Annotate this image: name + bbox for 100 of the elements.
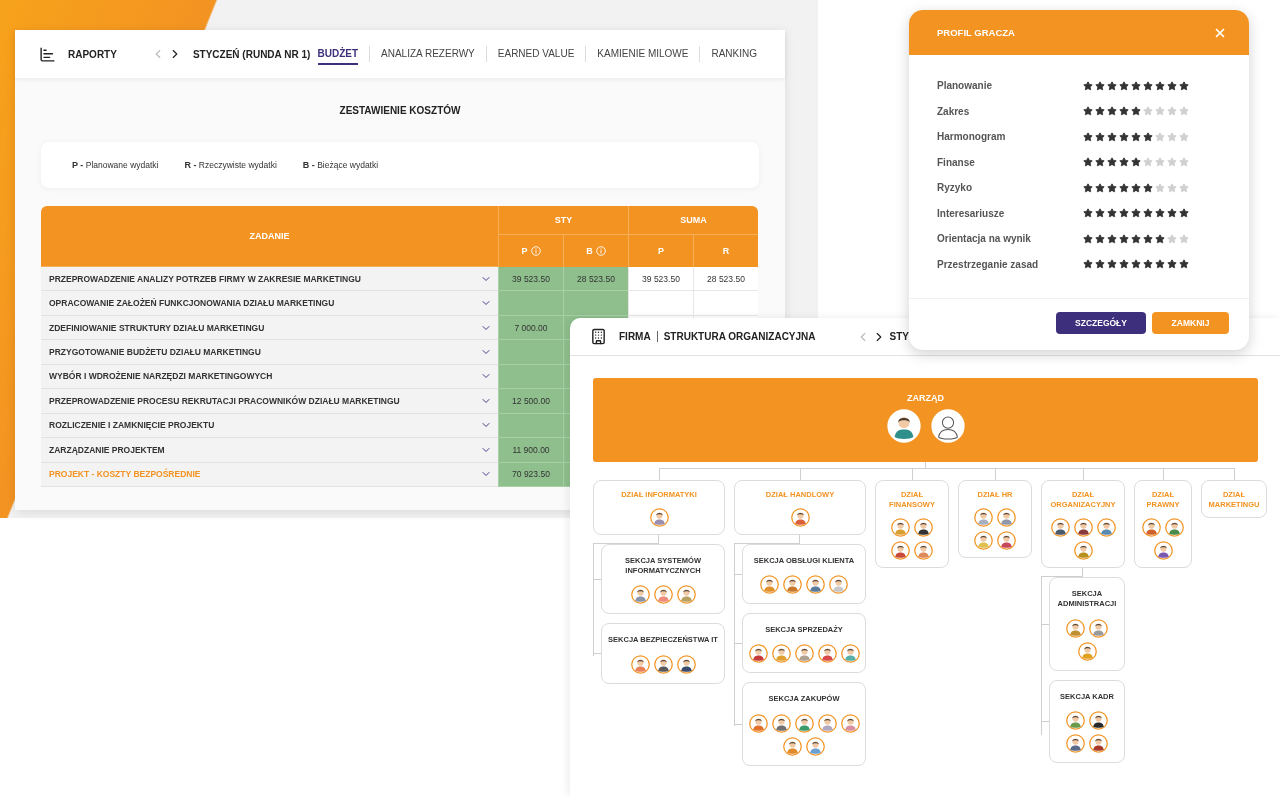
column-header: ZADANIE [41, 206, 498, 267]
skill-label: Zakres [937, 105, 971, 117]
star-icon [1083, 208, 1093, 219]
star-icon [1119, 131, 1129, 142]
star-icon [1107, 233, 1117, 244]
page-title: STRUKTURA ORGANIZACYJNA [663, 331, 816, 342]
task-cell: PRZEPROWADZENIE PROCESU REKRUTACJI PRACOWNIKÓW DZIAŁU MARKETINGU [41, 389, 498, 414]
star-icon [1095, 233, 1105, 244]
period-label: STYCZEŃ (RUNDA NR 1) [192, 48, 311, 60]
avatar-icon [653, 654, 673, 674]
column-header: P [498, 235, 563, 267]
star-icon [1083, 233, 1093, 244]
details-button[interactable]: SZCZEGÓŁY [1056, 311, 1146, 334]
star-icon [1143, 182, 1153, 193]
avatar-icon [817, 713, 837, 733]
value-cell: 28 523.50 [693, 267, 758, 292]
tab[interactable]: RANKING [711, 43, 757, 65]
star-icon [1167, 80, 1177, 91]
star-icon [1095, 106, 1105, 117]
avatar-icon [790, 508, 810, 528]
avatar-icon [914, 518, 933, 538]
star-icon [1131, 233, 1141, 244]
star-icon [1119, 259, 1129, 270]
star-icon [1083, 259, 1093, 270]
task-cell: ZDEFINIOWANIE STRUKTURY DZIAŁU MARKETINGU [41, 315, 498, 341]
avatar-icon [1096, 518, 1116, 538]
avatar-icon [974, 508, 993, 528]
star-icon [1143, 157, 1153, 168]
star-icon [1155, 233, 1165, 244]
avatar-icon [676, 585, 696, 605]
skill-label: Finanse [937, 156, 976, 168]
value-cell: 28 523.50 [563, 267, 628, 292]
star-icon [1083, 182, 1093, 193]
avatar-icon [1073, 518, 1093, 538]
star-icon [1155, 131, 1165, 142]
star-icon [1143, 131, 1153, 142]
avatar-icon [840, 644, 860, 664]
task-cell: PRZYGOTOWANIE BUDŻETU DZIAŁU MARKETINGU [41, 340, 498, 365]
skill-label: Interesariusze [937, 207, 1006, 219]
star-icon [1095, 157, 1105, 168]
avatar-icon [794, 644, 814, 664]
tab[interactable]: ANALIZA REZERWY [381, 43, 475, 65]
avatar-icon [630, 585, 650, 605]
avatar-icon [1089, 618, 1108, 638]
star-icon [1107, 259, 1117, 270]
star-icon [1095, 80, 1105, 91]
avatar-icon [891, 518, 910, 538]
star-icon [1095, 259, 1105, 270]
star-icon [1131, 80, 1141, 91]
star-icon [1095, 208, 1105, 219]
star-icon [1179, 259, 1189, 270]
avatar-icon [771, 713, 791, 733]
avatar-icon [1050, 518, 1070, 538]
star-icon [1107, 208, 1117, 219]
star-icon [1167, 182, 1177, 193]
star-icon [1119, 182, 1129, 193]
star-icon [1119, 157, 1129, 168]
star-icon [1107, 182, 1117, 193]
avatar-icon [1089, 710, 1108, 730]
value-cell: 7 000.00 [498, 315, 563, 341]
building-icon [590, 328, 607, 345]
star-icon [1083, 106, 1093, 117]
avatar-icon [794, 713, 814, 733]
star-icon [1107, 131, 1117, 142]
chart-icon [39, 45, 56, 63]
avatar-icon [1066, 710, 1085, 730]
star-icon [1119, 80, 1129, 91]
star-icon [1179, 106, 1189, 117]
star-icon [1131, 208, 1141, 219]
avatar-icon [886, 409, 921, 443]
value-cell: 12 500.00 [498, 389, 563, 414]
star-icon [1119, 233, 1129, 244]
avatar-icon [1142, 518, 1161, 538]
avatar-icon [630, 654, 650, 674]
star-icon [1143, 80, 1153, 91]
tab[interactable]: BUDŻET [317, 43, 359, 65]
star-icon [1167, 106, 1177, 117]
star-icon [1179, 80, 1189, 91]
avatar-icon [1153, 541, 1173, 561]
star-icon [1107, 106, 1117, 117]
avatar-icon [997, 531, 1016, 551]
star-icon [1179, 157, 1189, 168]
task-cell: WYBÓR I WDROŻENIE NARZĘDZI MARKETINGOWYCH [41, 364, 498, 390]
star-icon [1131, 182, 1141, 193]
legend-item: B - Bieżące wydatki [302, 160, 379, 170]
star-icon [1179, 182, 1189, 193]
star-icon [1131, 106, 1141, 117]
avatar-icon [914, 541, 933, 561]
avatar-icon [748, 713, 768, 733]
tab[interactable]: EARNED VALUE [497, 43, 575, 65]
tab[interactable]: KAMIENIE MILOWE [597, 43, 689, 65]
value-cell: 39 523.50 [628, 267, 693, 292]
info-icon [595, 246, 606, 256]
section-title: RAPORTY [68, 48, 117, 60]
dialog-title: PROFIL GRACZA [937, 27, 1015, 38]
star-icon [1155, 80, 1165, 91]
column-group-header: STY [498, 206, 628, 235]
value-cell: 39 523.50 [498, 267, 563, 292]
star-icon [1131, 131, 1141, 142]
star-icon [1107, 80, 1117, 91]
